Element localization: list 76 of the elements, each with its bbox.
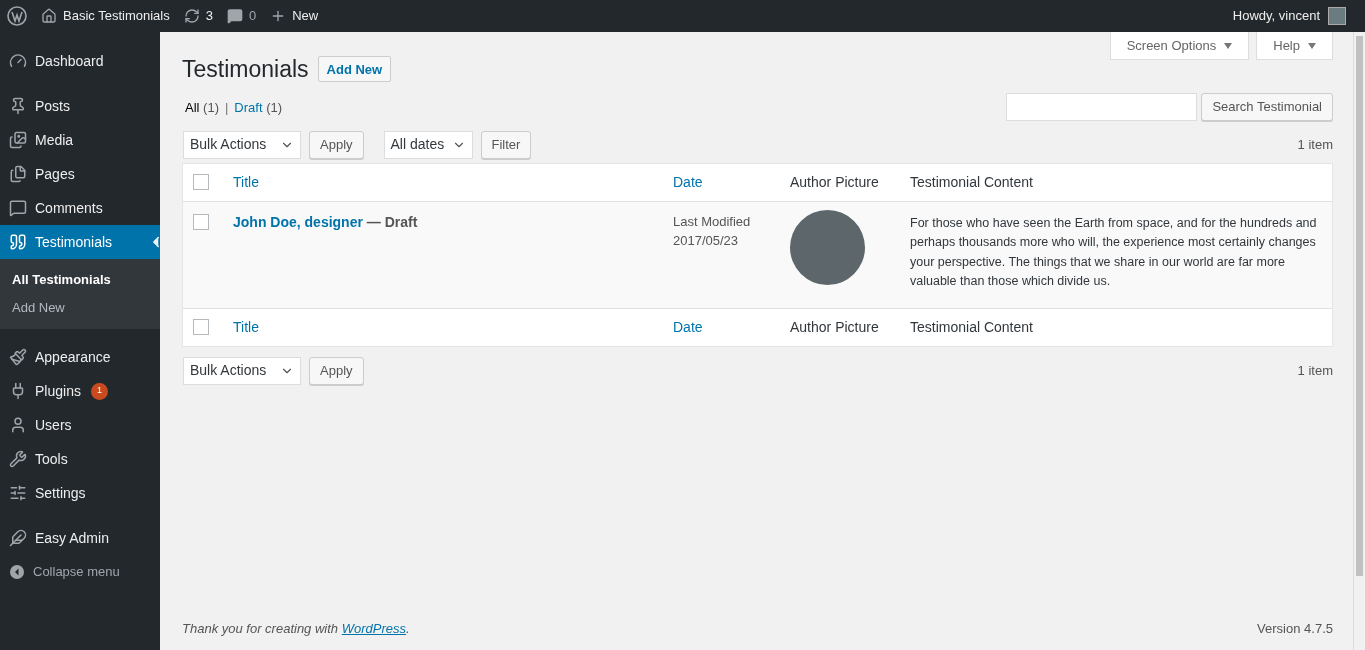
version-text: Version 4.7.5 [1257, 619, 1333, 638]
testimonial-text: For those who have seen the Earth from space, and for the hundreds and perhaps thousands more who will, the experience most certainly changes your perspective. The things that we share in our world are far more valuable than those which divide us. [910, 214, 1318, 290]
footer-thanks: Thank you for creating with WordPress. [182, 619, 410, 638]
screen-meta-tab[interactable]: Help [1256, 32, 1333, 60]
paintbrush-icon [9, 348, 27, 366]
feather-icon [9, 529, 27, 547]
updates-count[interactable]: 3 [205, 6, 213, 26]
sliders-icon [9, 484, 27, 502]
view-separator: | [224, 99, 229, 117]
collapse-icon [9, 564, 25, 580]
wrench-icon [9, 450, 27, 468]
pages-icon [9, 165, 27, 183]
column-header[interactable]: Date [673, 174, 703, 190]
search-field[interactable] [1006, 92, 1198, 121]
sidebar-item[interactable]: Media [0, 123, 160, 157]
column-header: Author Picture [790, 174, 879, 190]
sidebar-item[interactable]: Posts [0, 89, 160, 123]
count-badge: 1 [90, 382, 108, 400]
gauge-icon [9, 52, 27, 70]
view-filter-link[interactable]: Draft (1) [234, 98, 283, 118]
wordpress-link[interactable]: WordPress [341, 620, 406, 636]
pin-icon [9, 97, 27, 115]
item-count: 1 item [1297, 135, 1333, 154]
filter-button[interactable]: Filter [480, 130, 532, 159]
sidebar-item[interactable]: Users [0, 408, 160, 442]
home-icon [41, 8, 57, 24]
sidebar-item[interactable]: Testimonials [0, 225, 160, 259]
dropdown[interactable]: Bulk Actions [183, 356, 301, 385]
column-header[interactable]: Title [233, 174, 259, 190]
dropdown[interactable]: Bulk Actions [183, 130, 301, 159]
updates-icon [183, 8, 200, 24]
search-button[interactable]: Search Testimonial [1201, 92, 1333, 121]
new-link[interactable]: New [292, 6, 319, 26]
add-new-button[interactable]: Add New [317, 56, 392, 83]
wordpress-logo-icon[interactable] [7, 6, 27, 26]
sidebar-item[interactable]: Appearance [0, 340, 160, 374]
submenu-item[interactable]: Add New [0, 294, 160, 322]
apply-button[interactable]: Apply [309, 356, 364, 385]
media-icon [9, 131, 27, 149]
item-count: 1 item [1297, 361, 1333, 380]
page-title: Testimonials [182, 55, 309, 84]
column-header: Author Picture [790, 319, 879, 335]
site-name-link[interactable]: Basic Testimonials [63, 6, 170, 26]
sidebar-item[interactable]: Pages [0, 157, 160, 191]
apply-button[interactable]: Apply [309, 130, 364, 159]
submenu-item[interactable]: All Testimonials [0, 266, 160, 294]
row-checkbox[interactable] [193, 213, 209, 230]
sidebar-item[interactable]: Tools [0, 442, 160, 476]
date-status: Last Modified [673, 212, 752, 231]
speech-bubble-icon [9, 199, 27, 217]
sidebar-item[interactable]: Settings [0, 476, 160, 510]
checkbox[interactable] [193, 319, 209, 335]
avatar-placeholder[interactable] [1328, 7, 1346, 25]
post-title-link[interactable]: John Doe, designer [233, 213, 363, 230]
column-header[interactable]: Date [673, 319, 703, 335]
triangle-icon [1308, 42, 1316, 49]
greeting-link[interactable]: Howdy, vincent [1232, 6, 1320, 26]
post-state: — Draft [366, 213, 418, 230]
dropdown[interactable]: All dates [383, 130, 473, 159]
view-filter-link[interactable]: All (1) [185, 98, 219, 118]
comment-icon [226, 8, 243, 24]
sidebar-item[interactable]: Dashboard [0, 44, 160, 78]
column-header: Testimonial Content [910, 319, 1033, 335]
sidebar-item[interactable]: Plugins 1 [0, 374, 160, 408]
quote-icon [9, 233, 27, 251]
checkbox[interactable] [193, 174, 209, 190]
collapse-menu-button[interactable]: Collapse menu [0, 555, 160, 589]
date-value: 2017/05/23 [673, 231, 740, 250]
screen-meta-tab[interactable]: Screen Options [1109, 32, 1250, 60]
person-icon [9, 416, 27, 434]
comments-count[interactable]: 0 [248, 6, 257, 26]
column-header[interactable]: Title [233, 319, 259, 335]
sidebar-item[interactable]: Easy Admin [0, 521, 160, 555]
sidebar-item[interactable]: Comments [0, 191, 160, 225]
column-header: Testimonial Content [910, 174, 1033, 190]
triangle-icon [1224, 42, 1233, 49]
